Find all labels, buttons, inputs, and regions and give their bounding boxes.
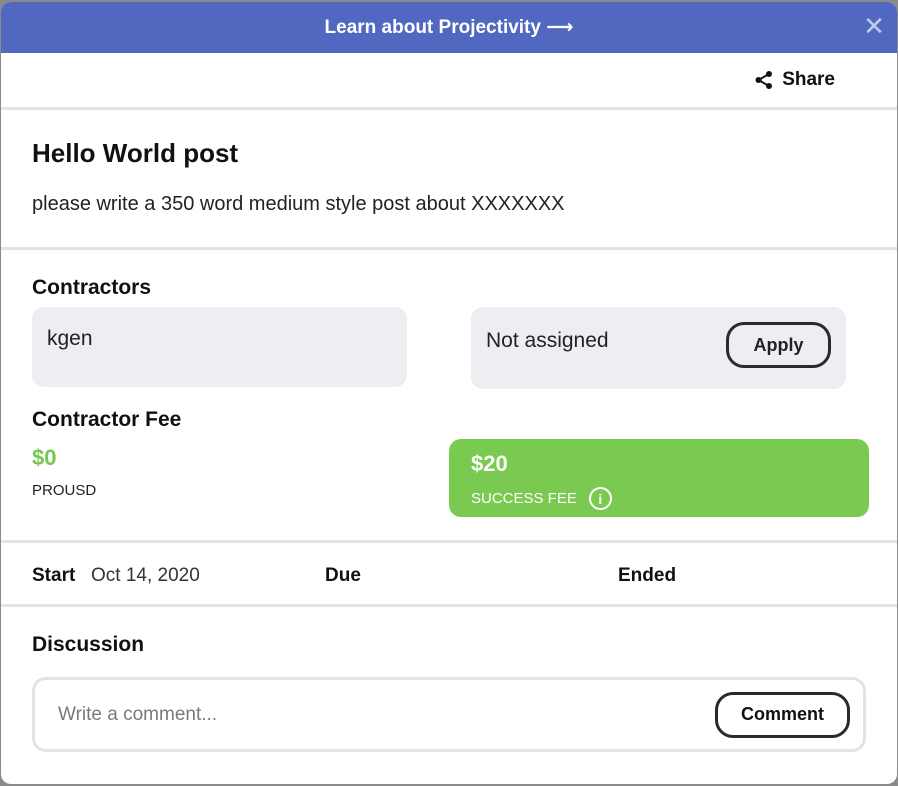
contractors-heading: Contractors	[32, 276, 152, 299]
fee-currency: PROUSD	[32, 482, 97, 499]
post-title: Hello World post	[32, 138, 239, 168]
discussion-section: Discussion Comment	[1, 607, 897, 784]
post-description: please write a 350 word medium style pos…	[32, 193, 565, 215]
contractor-card-assigned: kgen	[32, 307, 407, 387]
success-fee-label: SUCCESS FEE	[471, 490, 577, 507]
contractors-section: Contractors kgen Not assigned Apply Cont…	[1, 250, 897, 543]
due-label: Due	[325, 565, 361, 586]
apply-button[interactable]: Apply	[726, 322, 831, 368]
info-icon[interactable]: i	[588, 487, 612, 510]
success-fee-amount: $20	[471, 451, 508, 476]
comment-input[interactable]	[35, 703, 715, 726]
discussion-heading: Discussion	[32, 633, 145, 656]
post-section: Hello World post please write a 350 word…	[1, 110, 897, 250]
start-label: Start	[32, 565, 76, 586]
dates-row: Start Oct 14, 2020 Due Ended	[1, 543, 897, 607]
start-date: Oct 14, 2020	[91, 565, 200, 586]
success-fee-row: SUCCESS FEE i	[471, 487, 847, 510]
comment-button[interactable]: Comment	[715, 691, 850, 738]
comment-box: Comment	[32, 677, 866, 752]
success-fee-card: $20 SUCCESS FEE i	[449, 439, 869, 517]
task-modal: Learn about Projectivity ⟶ ✕ Share Hello…	[1, 2, 897, 784]
learn-banner[interactable]: Learn about Projectivity ⟶ ✕	[1, 2, 897, 53]
contractor-name: kgen	[47, 327, 93, 350]
contractor-card-unassigned: Not assigned Apply	[471, 307, 846, 389]
fee-amount: $0	[32, 445, 57, 470]
share-bar: Share	[1, 53, 897, 110]
not-assigned-label: Not assigned	[486, 329, 609, 352]
ended-label: Ended	[618, 565, 677, 586]
share-button[interactable]: Share	[754, 69, 835, 91]
banner-text[interactable]: Learn about Projectivity ⟶	[325, 16, 574, 39]
share-label: Share	[782, 69, 835, 90]
close-icon[interactable]: ✕	[863, 13, 885, 39]
share-icon	[755, 71, 773, 89]
contractor-fee-heading: Contractor Fee	[32, 408, 182, 431]
